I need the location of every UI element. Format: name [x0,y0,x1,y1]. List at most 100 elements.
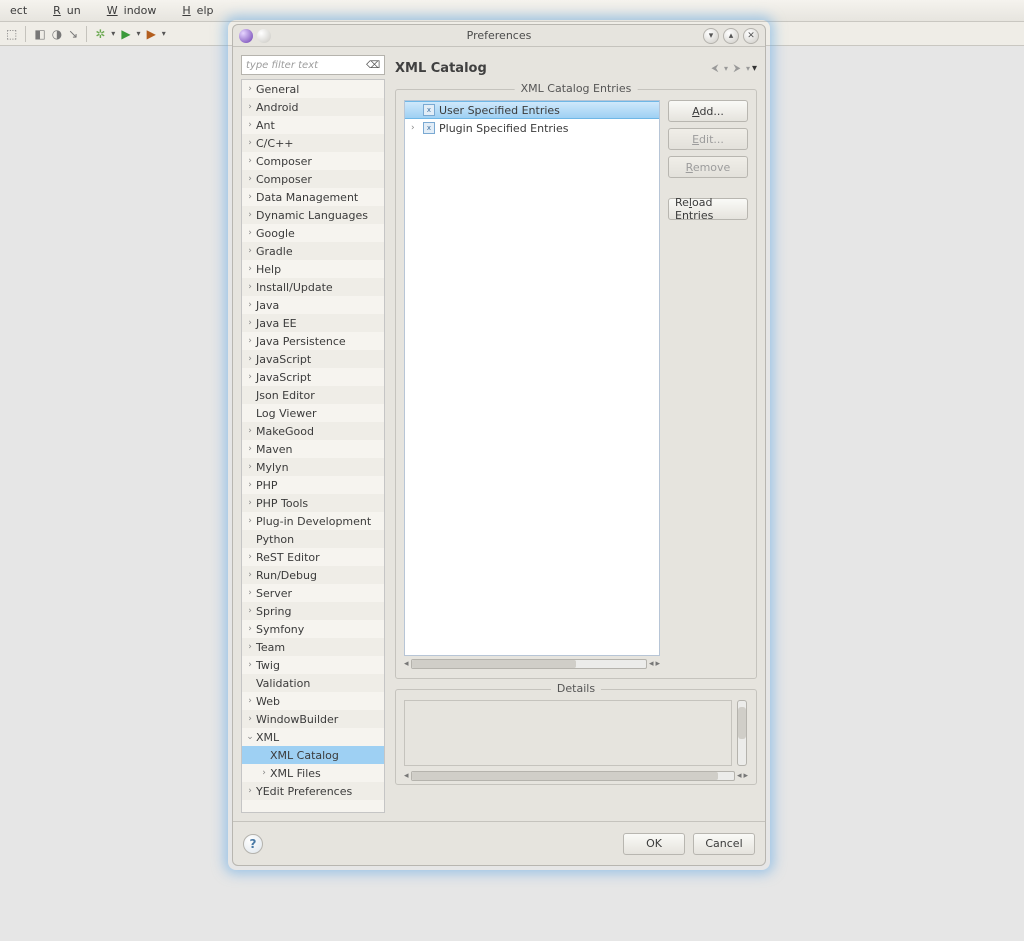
expand-icon[interactable]: › [244,174,256,184]
minimize-button[interactable]: ▾ [703,28,719,44]
debug-icon[interactable]: ✲ [95,27,105,41]
expand-icon[interactable]: › [244,264,256,274]
tree-item[interactable]: ⌄XML [242,728,384,746]
expand-icon[interactable]: › [244,84,256,94]
reload-button[interactable]: Reload Entries [668,198,748,220]
expand-icon[interactable]: › [244,426,256,436]
toolbar-icon[interactable]: ⬚ [6,27,17,41]
tree-item[interactable]: ›JavaScript [242,350,384,368]
expand-icon[interactable]: › [244,462,256,472]
tree-item[interactable]: ›Twig [242,656,384,674]
expand-icon[interactable]: › [244,228,256,238]
expand-icon[interactable]: › [244,660,256,670]
tree-item[interactable]: ›ReST Editor [242,548,384,566]
tree-item[interactable]: ›YEdit Preferences [242,782,384,800]
tree-item[interactable]: ›Mylyn [242,458,384,476]
entries-row[interactable]: xUser Specified Entries [405,101,659,119]
tree-item[interactable]: ›JavaScript [242,368,384,386]
details-hscroll[interactable]: ◂ ◂▸ [404,770,748,782]
toolbar-icon[interactable]: ◧ [34,27,45,41]
tree-item[interactable]: ›Dynamic Languages [242,206,384,224]
tree-item[interactable]: ›Server [242,584,384,602]
expand-icon[interactable]: › [244,138,256,148]
expand-icon[interactable]: › [244,552,256,562]
expand-icon[interactable]: › [244,210,256,220]
entries-hscroll[interactable]: ◂ ◂▸ [404,658,660,670]
tree-item[interactable]: Validation [242,674,384,692]
menu-item[interactable]: Window [95,2,163,19]
expand-icon[interactable]: › [244,714,256,724]
expand-icon[interactable]: › [411,123,423,133]
expand-icon[interactable]: › [244,624,256,634]
entries-tree[interactable]: xUser Specified Entries›xPlugin Specifie… [404,100,660,656]
expand-icon[interactable]: › [244,642,256,652]
tree-item[interactable]: Python [242,530,384,548]
run-icon[interactable]: ▶ [121,27,130,41]
close-button[interactable]: ✕ [743,28,759,44]
tree-item[interactable]: ›Web [242,692,384,710]
expand-icon[interactable]: › [244,444,256,454]
tree-item[interactable]: ›PHP Tools [242,494,384,512]
tree-item[interactable]: ›Composer [242,152,384,170]
tree-item[interactable]: ›Java [242,296,384,314]
expand-icon[interactable]: › [244,480,256,490]
clear-filter-icon[interactable]: ⌫ [366,58,380,72]
dialog-titlebar[interactable]: Preferences ▾ ▴ ✕ [233,25,765,47]
page-menu-icon[interactable]: ▾ [752,63,757,74]
tree-item[interactable]: ›MakeGood [242,422,384,440]
tree-item[interactable]: ›Composer [242,170,384,188]
expand-icon[interactable]: › [244,354,256,364]
tree-item[interactable]: Json Editor [242,386,384,404]
help-button[interactable]: ? [243,834,263,854]
tree-item[interactable]: ›Ant [242,116,384,134]
tree-item[interactable]: ›Plug-in Development [242,512,384,530]
tree-item[interactable]: ›Gradle [242,242,384,260]
tree-item[interactable]: ›Spring [242,602,384,620]
tree-item[interactable]: ›Data Management [242,188,384,206]
tree-item[interactable]: ›C/C++ [242,134,384,152]
tree-item[interactable]: ›Google [242,224,384,242]
expand-icon[interactable]: › [244,120,256,130]
tree-item[interactable]: ›Symfony [242,620,384,638]
details-vscroll[interactable] [736,700,748,766]
tree-item[interactable]: ›Maven [242,440,384,458]
nav-fwd-icon[interactable]: ⮞ [730,61,744,75]
expand-icon[interactable]: › [244,372,256,382]
tree-item[interactable]: ›Java EE [242,314,384,332]
preferences-tree[interactable]: ›General›Android›Ant›C/C++›Composer›Comp… [241,79,385,813]
expand-icon[interactable]: › [244,156,256,166]
expand-icon[interactable]: › [244,282,256,292]
maximize-button[interactable]: ▴ [723,28,739,44]
entries-row[interactable]: ›xPlugin Specified Entries [405,119,659,137]
menu-item[interactable]: Run [41,2,87,19]
tree-item[interactable]: Log Viewer [242,404,384,422]
expand-icon[interactable]: › [244,786,256,796]
tree-item[interactable]: ›Install/Update [242,278,384,296]
add-button[interactable]: Add... [668,100,748,122]
expand-icon[interactable]: › [244,300,256,310]
tree-item[interactable]: ›WindowBuilder [242,710,384,728]
expand-icon[interactable]: › [244,516,256,526]
expand-icon[interactable]: › [244,498,256,508]
tree-item[interactable]: XML Catalog [242,746,384,764]
expand-icon[interactable]: › [244,246,256,256]
expand-icon[interactable]: › [258,768,270,778]
ok-button[interactable]: OK [623,833,685,855]
tree-item[interactable]: ›Java Persistence [242,332,384,350]
tree-item[interactable]: ›General [242,80,384,98]
expand-icon[interactable]: › [244,336,256,346]
toolbar-icon[interactable]: ↘ [68,27,78,41]
tree-item[interactable]: ›Help [242,260,384,278]
tree-item[interactable]: ›XML Files [242,764,384,782]
filter-input[interactable]: type filter text ⌫ [241,55,385,75]
menu-item[interactable]: Help [170,2,219,19]
tree-item[interactable]: ›Team [242,638,384,656]
expand-icon[interactable]: › [244,318,256,328]
toolbar-icon[interactable]: ◑ [52,27,62,41]
expand-icon[interactable]: › [244,192,256,202]
menu-item[interactable]: ect [4,2,33,19]
expand-icon[interactable]: › [244,102,256,112]
tree-item[interactable]: ›PHP [242,476,384,494]
expand-icon[interactable]: › [244,606,256,616]
expand-icon[interactable]: › [244,588,256,598]
